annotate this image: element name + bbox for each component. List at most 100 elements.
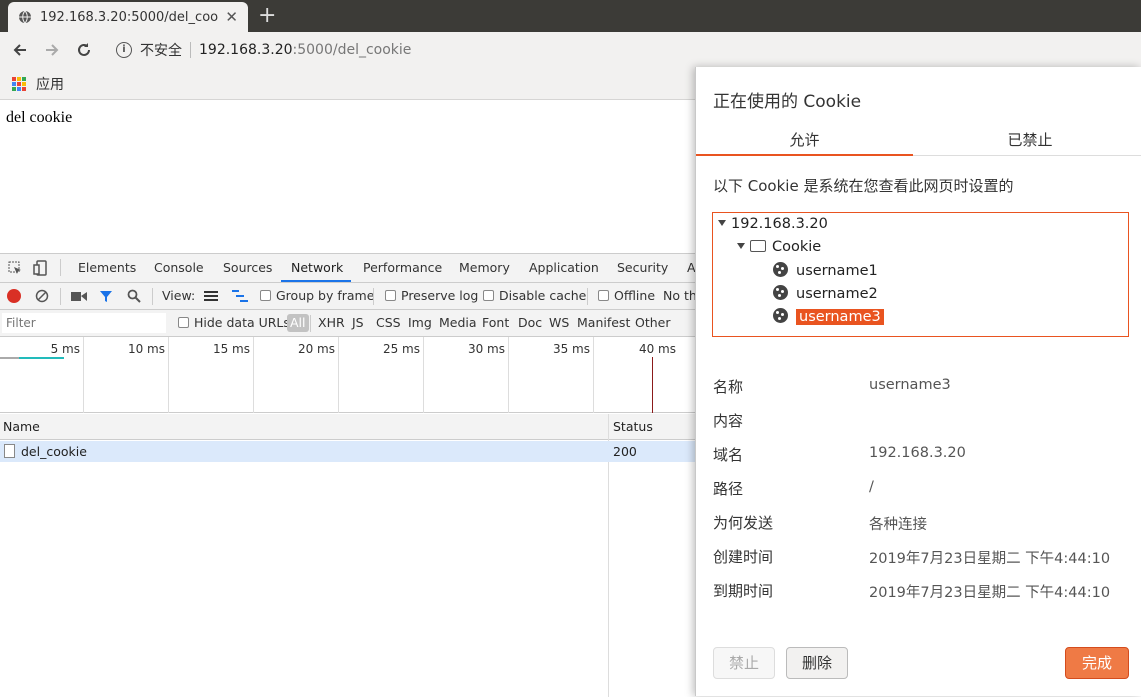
record-icon[interactable] <box>7 289 21 303</box>
preserve-log-checkbox[interactable]: Preserve log <box>385 283 478 309</box>
url-host: 192.168.3.20 <box>199 42 293 58</box>
expand-triangle-icon[interactable] <box>718 220 726 226</box>
column-name[interactable]: Name <box>3 419 40 434</box>
tree-node-cookie[interactable]: username2 <box>773 285 878 302</box>
expand-triangle-icon[interactable] <box>737 243 745 249</box>
filter-all-label: All <box>287 314 309 332</box>
request-status: 200 <box>613 444 637 459</box>
devtools-tab-bar: Elements Console Sources Network Perform… <box>0 254 696 283</box>
checkbox-icon <box>483 290 494 301</box>
tree-node-cookie[interactable]: username1 <box>773 262 878 279</box>
tab-blocked[interactable]: 已禁止 <box>918 129 1141 157</box>
filter-css[interactable]: CSS <box>376 310 401 336</box>
request-bar <box>0 357 64 359</box>
divider <box>373 288 374 305</box>
tree-node-host[interactable]: 192.168.3.20 <box>718 216 828 232</box>
tab-security[interactable]: Security <box>617 254 668 282</box>
host-label: 192.168.3.20 <box>731 216 828 232</box>
address-bar[interactable]: i 不安全 192.168.3.20:5000/del_cookie <box>108 36 1133 64</box>
tab-network[interactable]: Network <box>281 254 351 282</box>
page-text: del cookie <box>6 109 73 126</box>
divider <box>152 288 153 305</box>
group-by-frame-checkbox[interactable]: Group by frame <box>260 283 374 309</box>
tree-node-folder[interactable]: Cookie <box>737 239 821 255</box>
filter-js[interactable]: JS <box>352 310 364 336</box>
info-icon[interactable]: i <box>116 42 132 58</box>
cookie-label: username1 <box>796 263 878 279</box>
done-button[interactable]: 完成 <box>1065 647 1129 679</box>
timeline-tick: 20 ms <box>254 337 339 413</box>
checkbox-icon <box>260 290 271 301</box>
dialog-description: 以下 Cookie 是系统在您查看此网页时设置的 <box>713 177 1014 195</box>
hide-data-urls-checkbox[interactable]: Hide data URLs <box>178 310 290 336</box>
inspect-element-icon[interactable] <box>8 261 22 275</box>
tick-label: 25 ms <box>382 342 420 356</box>
tab-allowed[interactable]: 允许 <box>696 129 913 157</box>
timeline-tick: 10 ms <box>84 337 169 413</box>
filter-ws[interactable]: WS <box>549 310 569 336</box>
folder-icon <box>750 240 766 252</box>
checkbox-icon <box>385 290 396 301</box>
forward-button[interactable] <box>40 38 64 62</box>
search-icon[interactable] <box>127 289 141 303</box>
browser-tab[interactable]: 192.168.3.20:5000/del_cookie ✕ <box>8 2 248 32</box>
tab-console[interactable]: Console <box>154 254 204 282</box>
divider <box>310 315 311 332</box>
offline-checkbox[interactable]: Offline <box>598 283 655 309</box>
tree-node-cookie-selected[interactable]: username3 <box>773 308 884 325</box>
filter-doc[interactable]: Doc <box>518 310 542 336</box>
filter-font[interactable]: Font <box>482 310 509 336</box>
detail-label-content: 内容 <box>713 412 744 430</box>
offline-label: Offline <box>614 288 656 303</box>
filter-input[interactable] <box>2 313 166 333</box>
camera-icon[interactable] <box>71 291 87 302</box>
block-button[interactable]: 禁止 <box>713 647 775 679</box>
cookie-icon <box>773 262 788 277</box>
view-label: View: <box>162 288 196 303</box>
waterfall-view-icon[interactable] <box>232 290 248 302</box>
tab-sources[interactable]: Sources <box>223 254 272 282</box>
cookie-tree[interactable]: 192.168.3.20 Cookie username1 username2 … <box>712 212 1129 337</box>
filter-img[interactable]: Img <box>408 310 432 336</box>
filter-bar: Hide data URLs All XHR JS CSS Img Media … <box>0 310 696 337</box>
back-button[interactable] <box>8 38 32 62</box>
disable-cache-checkbox[interactable]: Disable cache <box>483 283 586 309</box>
divider <box>587 288 588 305</box>
cookie-label: username3 <box>796 309 884 325</box>
security-indicator[interactable]: 不安全 <box>140 40 182 60</box>
filter-all[interactable]: All <box>287 310 309 336</box>
apps-bookmark[interactable]: 应用 <box>36 74 64 94</box>
divider <box>60 259 61 276</box>
network-timeline[interactable]: 5 ms 10 ms 15 ms 20 ms 25 ms 30 ms 35 ms… <box>0 337 696 413</box>
timeline-tick: 5 ms <box>0 337 84 413</box>
table-row[interactable]: del_cookie 200 <box>0 441 696 462</box>
checkbox-icon <box>178 317 189 328</box>
network-controls: View: Group by frame Preserve log Disabl… <box>0 283 702 310</box>
tab-performance[interactable]: Performance <box>363 254 442 282</box>
column-status[interactable]: Status <box>613 419 653 434</box>
reload-button[interactable] <box>72 38 96 62</box>
filter-other[interactable]: Other <box>635 310 671 336</box>
preserve-log-label: Preserve log <box>401 288 479 303</box>
tab-application[interactable]: Application <box>529 254 599 282</box>
filter-xhr[interactable]: XHR <box>318 310 345 336</box>
filter-icon[interactable] <box>99 289 113 303</box>
globe-icon <box>19 10 31 24</box>
device-toolbar-icon[interactable] <box>33 260 47 276</box>
checkbox-icon <box>598 290 609 301</box>
tick-label: 20 ms <box>297 342 335 356</box>
tab-elements[interactable]: Elements <box>78 254 136 282</box>
tab-close-icon[interactable]: ✕ <box>225 8 238 26</box>
delete-button[interactable]: 删除 <box>786 647 848 679</box>
detail-label-domain: 域名 <box>713 446 744 464</box>
detail-label-send-for: 为何发送 <box>713 514 774 532</box>
clear-icon[interactable] <box>35 289 49 303</box>
filter-media[interactable]: Media <box>439 310 477 336</box>
new-tab-button[interactable]: + <box>258 2 276 30</box>
tab-memory[interactable]: Memory <box>459 254 510 282</box>
list-view-icon[interactable] <box>204 291 218 301</box>
detail-value-expires: 2019年7月23日星期二 下午4:44:10 <box>869 585 1111 601</box>
reload-icon <box>78 43 90 56</box>
filter-manifest[interactable]: Manifest <box>577 310 630 336</box>
apps-grid-icon[interactable] <box>12 76 26 91</box>
